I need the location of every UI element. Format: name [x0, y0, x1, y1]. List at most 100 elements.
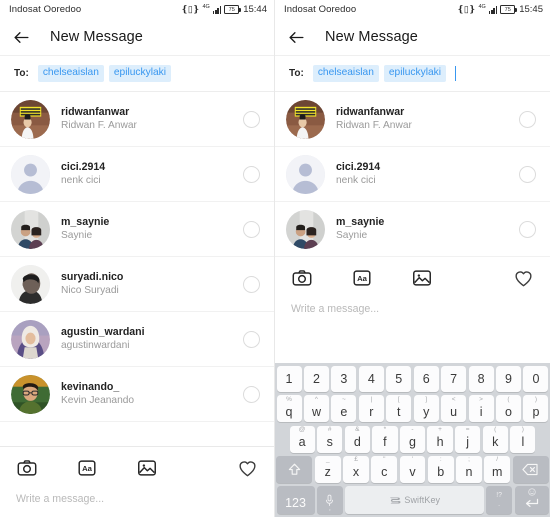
contact-fullname: Kevin Jeanando — [61, 395, 135, 407]
key-1[interactable]: 1 — [276, 366, 302, 393]
key-t[interactable]: [t — [386, 395, 412, 423]
camera-icon[interactable] — [16, 457, 38, 479]
contact-row-cici[interactable]: cici.2914 nenk cici — [0, 147, 274, 202]
key-i[interactable]: > i — [468, 395, 494, 423]
key-d[interactable]: & d — [344, 425, 370, 453]
key-p[interactable]: ) p — [523, 395, 549, 423]
camera-icon[interactable] — [291, 267, 313, 289]
key-n[interactable]: ; n — [456, 455, 482, 483]
key-numeric-switch[interactable]: 123 — [276, 486, 315, 514]
key-label: 0 — [532, 372, 540, 387]
key-2[interactable]: 2 — [303, 366, 329, 393]
gallery-icon[interactable] — [136, 457, 158, 479]
recipient-chip[interactable]: epiluckylaki — [108, 65, 171, 82]
key-a[interactable]: @ a — [289, 425, 315, 453]
contact-row-msaynie[interactable]: m_saynie Saynie — [275, 202, 550, 257]
key-x[interactable]: £ x — [343, 455, 369, 483]
key-4[interactable]: 4 — [358, 366, 384, 393]
key-5[interactable]: 5 — [386, 366, 412, 393]
contact-row-agustinwardani[interactable]: agustin_wardani agustinwardani — [0, 312, 274, 367]
key-label: b — [437, 465, 445, 480]
contact-fullname: Saynie — [61, 230, 93, 242]
recipient-chip[interactable]: chelseaislan — [37, 65, 104, 82]
key-w[interactable]: ^ w — [303, 395, 329, 423]
enter-key[interactable] — [514, 486, 549, 514]
key-z[interactable]: _ z — [314, 455, 341, 483]
key-8[interactable]: 8 — [468, 366, 494, 393]
contact-row-msaynie[interactable]: m_saynie Saynie — [0, 202, 274, 257]
composer-icon-bar-right: Aa — [275, 257, 550, 299]
heart-icon[interactable] — [513, 268, 534, 289]
recipient-chip[interactable]: chelseaislan — [312, 65, 379, 82]
key-u[interactable]: < u — [441, 395, 467, 423]
key-6[interactable]: 6 — [413, 366, 439, 393]
key-period[interactable]: !? . — [486, 486, 513, 514]
contact-row-ridwanfanwar[interactable]: ridwanfanwar Ridwan F. Anwar — [0, 92, 274, 147]
key-o[interactable]: (o — [496, 395, 522, 423]
contact-select-radio[interactable] — [243, 220, 260, 238]
key-h[interactable]: + h — [427, 425, 453, 453]
swiftkey-brand: SwiftKey — [389, 495, 440, 505]
message-input-left[interactable]: Write a message... — [0, 489, 274, 517]
key-label: g — [409, 435, 416, 450]
contact-row-suryadinico[interactable]: suryadi.nico Nico Suryadi — [0, 257, 274, 312]
key-c[interactable]: " c — [371, 455, 398, 483]
backspace-icon[interactable] — [512, 455, 549, 483]
text-aa-icon[interactable]: Aa — [351, 267, 373, 289]
spacebar[interactable]: SwiftKey — [345, 486, 484, 514]
keyboard-row-asdf: @ a # s & d * f -g + h = j (k ) l — [277, 425, 549, 453]
key-label: u — [450, 404, 458, 419]
contact-row-cici[interactable]: cici.2914 nenk cici — [275, 147, 550, 202]
key-3[interactable]: 3 — [331, 366, 357, 393]
avatar — [11, 319, 50, 359]
key-label: s — [326, 435, 333, 450]
key-label: j — [466, 435, 470, 450]
key-s[interactable]: # s — [317, 425, 343, 453]
key-e[interactable]: ~ e — [331, 395, 357, 423]
recipient-field-right[interactable]: To: chelseaislan epiluckylaki — [275, 56, 550, 92]
key-sup-label: " — [383, 456, 386, 464]
back-arrow-icon[interactable] — [287, 28, 306, 47]
mic-icon[interactable]: , — [316, 486, 343, 514]
shift-icon[interactable] — [276, 455, 313, 483]
key-7[interactable]: 7 — [441, 366, 467, 393]
key-k[interactable]: (k — [482, 425, 508, 453]
screenshot-root: Indosat Ooredoo ❴▯❵ 4G 75 15:44 New Mess… — [0, 0, 550, 517]
phone-screen-right: Indosat Ooredoo ❴▯❵ 4G 75 15:45 New Mess… — [275, 0, 550, 517]
key-g[interactable]: -g — [399, 425, 426, 453]
message-input-right[interactable]: Write a message... — [275, 299, 550, 327]
contact-row-ridwanfanwar[interactable]: ridwanfanwar Ridwan F. Anwar — [275, 92, 550, 147]
key-r[interactable]: | r — [358, 395, 384, 423]
key-0[interactable]: 0 — [523, 366, 549, 393]
contact-select-radio[interactable] — [243, 330, 260, 348]
text-aa-icon[interactable]: Aa — [76, 457, 98, 479]
contact-select-radio[interactable] — [243, 275, 260, 293]
key-v[interactable]: ' v — [399, 455, 426, 483]
back-arrow-icon[interactable] — [12, 28, 31, 47]
key-f[interactable]: * f — [372, 425, 398, 453]
key-label: 6 — [422, 372, 430, 387]
key-sup-label: [ — [397, 395, 400, 403]
key-q[interactable]: % q — [276, 395, 302, 423]
gallery-icon[interactable] — [411, 267, 433, 289]
recipient-field-left[interactable]: To: chelseaislan epiluckylaki — [0, 56, 274, 92]
recipient-chips-left: chelseaislan epiluckylaki — [37, 65, 171, 82]
key-b[interactable]: :b — [427, 455, 454, 483]
recipient-chip[interactable]: epiluckylaki — [383, 65, 446, 82]
key-y[interactable]: ] y — [413, 395, 439, 423]
contact-select-radio[interactable] — [519, 110, 536, 128]
contact-select-radio[interactable] — [519, 165, 536, 183]
key-m[interactable]: / m — [484, 455, 511, 483]
contact-select-radio[interactable] — [243, 385, 260, 403]
key-l[interactable]: ) l — [510, 425, 536, 453]
composer-left: Aa Write a message... — [0, 446, 274, 517]
contact-select-radio[interactable] — [243, 110, 260, 128]
heart-icon[interactable] — [237, 458, 258, 479]
key-j[interactable]: = j — [455, 425, 481, 453]
contact-row-kevinando[interactable]: kevinando_ Kevin Jeanando — [0, 367, 274, 422]
contact-select-radio[interactable] — [519, 220, 536, 238]
key-sup-label: @ — [298, 426, 306, 434]
key-9[interactable]: 9 — [496, 366, 522, 393]
contact-select-radio[interactable] — [243, 165, 260, 183]
contact-username: kevinando_ — [61, 381, 120, 394]
